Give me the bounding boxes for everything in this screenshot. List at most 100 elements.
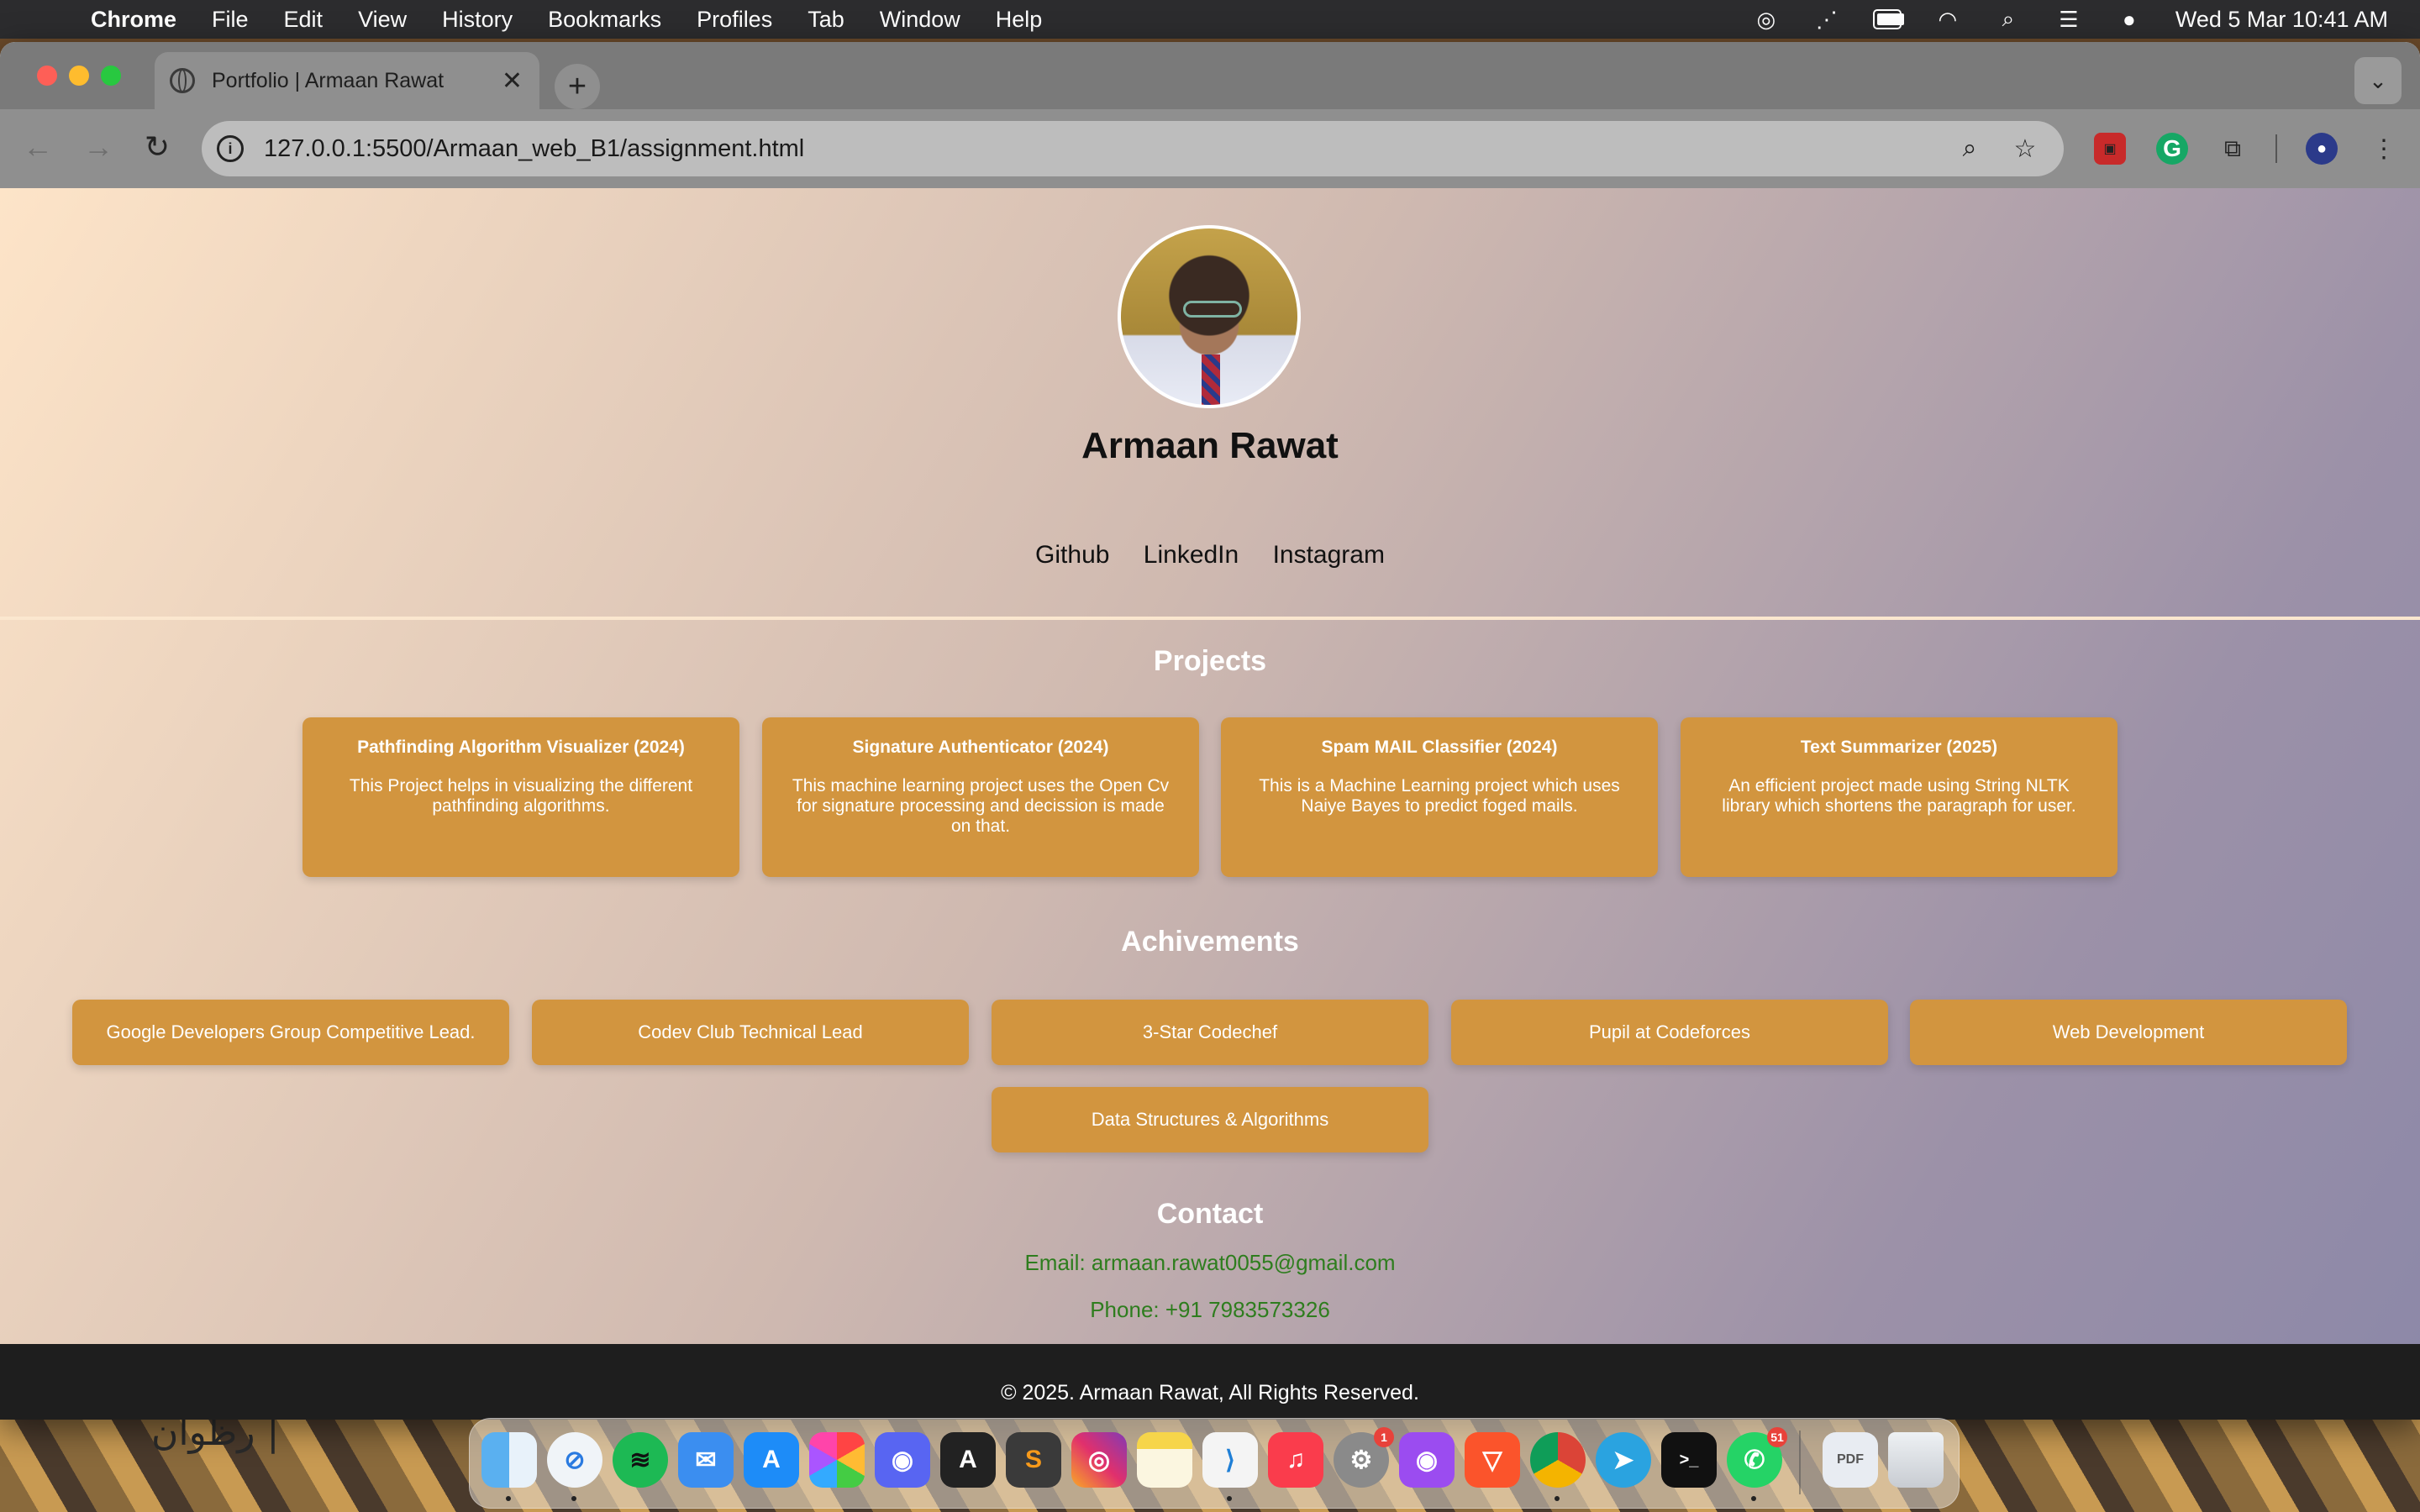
browser-window: Portfolio | Armaan Rawat ✕ + ⌄ ← → ↻ i 1… (0, 42, 2420, 1420)
close-tab-icon[interactable]: ✕ (502, 66, 523, 96)
github-link[interactable]: Github (1035, 541, 1109, 569)
menu-history[interactable]: History (442, 7, 513, 33)
pdf-document-icon[interactable]: PDF (1823, 1432, 1878, 1488)
menu-view[interactable]: View (358, 7, 407, 33)
chrome-icon[interactable] (1530, 1432, 1586, 1488)
project-description: This Project helps in visualizing the di… (349, 776, 693, 816)
wifi-icon[interactable]: ◠ (1933, 7, 1962, 32)
mail-icon[interactable]: ✉ (678, 1432, 734, 1488)
project-card[interactable]: Text Summarizer (2025) An efficient proj… (1681, 717, 2118, 877)
profile-avatar-icon[interactable]: ● (2306, 133, 2338, 165)
tab-search-button[interactable]: ⌄ (2354, 57, 2402, 104)
podcasts-icon[interactable]: ◉ (1399, 1432, 1455, 1488)
site-info-icon[interactable]: i (217, 135, 244, 162)
dock: ⊘ ≋ ✉ A ◉ A S ◎ ⟩ ♫ ⚙ 1 ◉ ▽ ➤ >_ ✆ 51 PDF (469, 1418, 1960, 1509)
music-icon[interactable]: ♫ (1268, 1432, 1323, 1488)
vscode-icon[interactable]: ⟩ (1202, 1432, 1258, 1488)
trash-icon[interactable] (1888, 1432, 1944, 1488)
tab-title: Portfolio | Armaan Rawat (212, 68, 445, 92)
social-links-row: Github LinkedIn Instagram (0, 541, 2420, 570)
extensions-puzzle-icon[interactable]: ⧉ (2217, 133, 2249, 165)
achievement-item[interactable]: Codev Club Technical Lead (532, 1000, 969, 1065)
project-description: This is a Machine Learning project which… (1259, 776, 1620, 816)
globe-icon (170, 68, 195, 93)
achievement-item[interactable]: 3-Star Codechef (992, 1000, 1428, 1065)
menu-help[interactable]: Help (996, 7, 1043, 33)
chrome-menu-icon[interactable]: ⋮ (2368, 133, 2400, 165)
brave-icon[interactable]: ▽ (1465, 1432, 1520, 1488)
address-bar[interactable]: i 127.0.0.1:5500/Armaan_web_B1/assignmen… (202, 121, 2064, 176)
achievement-item[interactable]: Pupil at Codeforces (1451, 1000, 1888, 1065)
achievements-heading: Achivements (1121, 926, 1299, 958)
whatsapp-icon[interactable]: ✆ 51 (1727, 1427, 1787, 1488)
finder-icon[interactable] (481, 1432, 537, 1488)
activity-icon[interactable]: ⋰ (1812, 7, 1841, 32)
page-footer: © 2025. Armaan Rawat, All Rights Reserve… (0, 1344, 2420, 1420)
url-text[interactable]: 127.0.0.1:5500/Armaan_web_B1/assignment.… (264, 135, 1953, 163)
project-description: This machine learning project uses the O… (792, 776, 1170, 836)
header-divider (0, 617, 2420, 620)
minimize-window-button[interactable] (69, 66, 89, 86)
clock[interactable]: Wed 5 Mar 10:41 AM (2175, 7, 2388, 33)
close-window-button[interactable] (37, 66, 57, 86)
back-arrow-icon[interactable]: ← (17, 126, 59, 168)
siri-icon[interactable]: ● (2115, 7, 2144, 32)
menu-tab[interactable]: Tab (808, 7, 844, 33)
profile-photo (1118, 225, 1301, 408)
app-store-icon[interactable]: A (744, 1432, 799, 1488)
instagram-link[interactable]: Instagram (1273, 541, 1385, 569)
terminal-icon[interactable]: >_ (1661, 1432, 1717, 1488)
project-card[interactable]: Signature Authenticator (2024) This mach… (762, 717, 1199, 877)
tab-bar: Portfolio | Armaan Rawat ✕ + ⌄ (0, 42, 2420, 109)
menu-window[interactable]: Window (880, 7, 960, 33)
new-tab-button[interactable]: + (555, 64, 600, 109)
notes-icon[interactable] (1137, 1432, 1192, 1488)
extension-adobe-icon[interactable]: ▣ (2094, 133, 2126, 165)
menu-file[interactable]: File (212, 7, 249, 33)
projects-heading: Projects (1153, 645, 1267, 677)
shazam-icon[interactable]: ◎ (1752, 7, 1781, 32)
battery-icon[interactable] (1872, 8, 1904, 30)
project-description: An efficient project made using String N… (1722, 776, 2076, 816)
spotlight-search-icon[interactable]: ⌕ (1994, 6, 2023, 31)
linkedin-link[interactable]: LinkedIn (1144, 541, 1239, 569)
contact-phone[interactable]: Phone: +91 7983573326 (0, 1297, 2420, 1323)
menu-bookmarks[interactable]: Bookmarks (548, 7, 661, 33)
achievement-item[interactable]: Web Development (1910, 1000, 2347, 1065)
page-content: Armaan Rawat Github LinkedIn Instagram P… (0, 188, 2420, 1420)
achievement-item[interactable]: Google Developers Group Competitive Lead… (72, 1000, 509, 1065)
spotify-icon[interactable]: ≋ (613, 1432, 668, 1488)
browser-toolbar: ← → ↻ i 127.0.0.1:5500/Armaan_web_B1/ass… (0, 109, 2420, 190)
system-settings-badge: 1 (1374, 1427, 1394, 1447)
project-title: Text Summarizer (2025) (1800, 738, 1998, 757)
footer-copyright: © 2025. Armaan Rawat, All Rights Reserve… (1001, 1380, 1419, 1404)
zoom-icon[interactable]: ⌕ (1953, 132, 1986, 165)
project-card[interactable]: Spam MAIL Classifier (2024) This is a Ma… (1221, 717, 1658, 877)
zoom-window-button[interactable] (101, 66, 121, 86)
photos-icon[interactable] (809, 1432, 865, 1488)
contact-email[interactable]: Email: armaan.rawat0055@gmail.com (0, 1250, 2420, 1276)
achievement-item[interactable]: Data Structures & Algorithms (992, 1087, 1428, 1152)
forward-arrow-icon[interactable]: → (77, 126, 119, 168)
menu-app-name[interactable]: Chrome (91, 7, 176, 33)
reload-icon[interactable]: ↻ (136, 126, 178, 168)
contact-heading: Contact (1156, 1198, 1264, 1230)
whatsapp-badge: 51 (1767, 1427, 1787, 1447)
instagram-icon[interactable]: ◎ (1071, 1432, 1127, 1488)
safari-icon[interactable]: ⊘ (547, 1432, 602, 1488)
bookmark-star-icon[interactable]: ☆ (2008, 132, 2042, 165)
control-center-icon[interactable]: ☰ (2054, 7, 2083, 32)
sublime-text-icon[interactable]: S (1006, 1432, 1061, 1488)
dock-divider (1799, 1431, 1801, 1494)
project-title: Signature Authenticator (2024) (852, 738, 1109, 757)
dictionary-icon[interactable]: A (940, 1432, 996, 1488)
tab-portfolio[interactable]: Portfolio | Armaan Rawat ✕ (155, 52, 539, 109)
system-settings-icon[interactable]: ⚙ 1 (1334, 1427, 1394, 1488)
menu-edit[interactable]: Edit (284, 7, 324, 33)
discord-icon[interactable]: ◉ (875, 1432, 930, 1488)
project-title: Spam MAIL Classifier (2024) (1321, 738, 1558, 757)
extension-grammarly-icon[interactable]: G (2156, 133, 2188, 165)
project-card[interactable]: Pathfinding Algorithm Visualizer (2024) … (302, 717, 739, 877)
telegram-icon[interactable]: ➤ (1596, 1432, 1651, 1488)
menu-profiles[interactable]: Profiles (697, 7, 772, 33)
